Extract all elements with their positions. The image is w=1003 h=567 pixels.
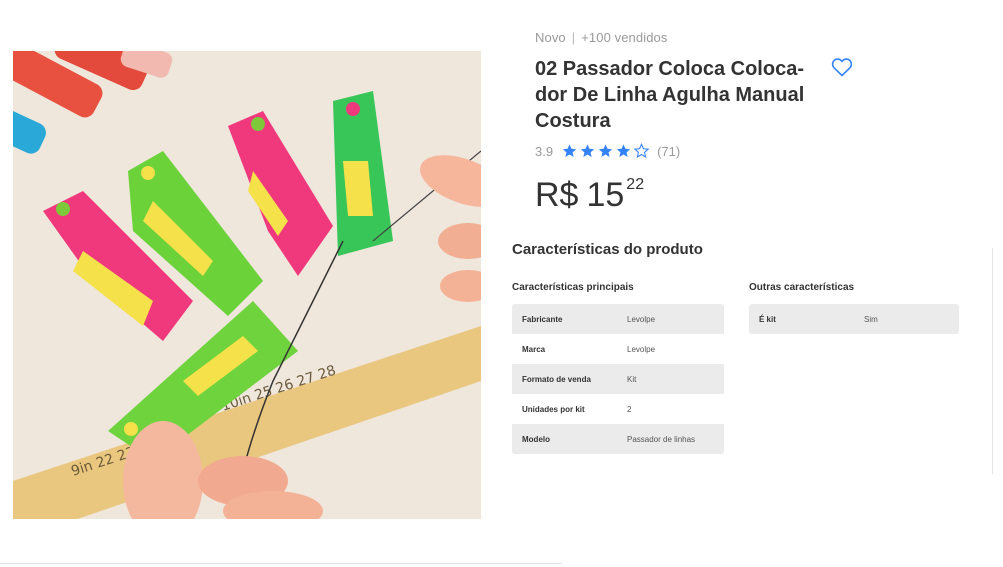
sold-count: +100 vendidos [581,30,668,45]
spec-value: Levolpe [627,314,656,324]
table-row: É kit Sim [749,304,959,334]
price-integer: 15 [586,176,625,214]
product-title: 02 Passador Coloca Coloca-dor De Linha A… [535,58,805,132]
spec-key: Marca [522,344,546,354]
rating-count: (71) [657,143,681,159]
spec-value: Kit [627,374,637,384]
spec-value: Levolpe [627,344,656,354]
other-characteristics-table: É kit Sim [749,304,959,334]
spec-value: Sim [864,314,878,324]
other-characteristics-title: Outras características [749,282,855,293]
divider-vertical [992,248,993,474]
spec-key: Modelo [522,434,550,444]
rating[interactable]: 3.9 (71) [535,143,680,159]
product-image[interactable]: 10in 25 26 27 28 9in 22 23 24 [13,51,481,519]
price-cents: 22 [626,176,645,193]
table-row: Fabricante Levolpe [512,304,724,334]
spec-key: É kit [759,314,776,324]
divider-horizontal [0,563,562,564]
price: R$ 15 22 [535,175,644,215]
characteristics-title: Características do produto [512,241,703,258]
product-photo-illustration: 10in 25 26 27 28 9in 22 23 24 [13,51,481,519]
spec-key: Unidades por kit [522,404,585,414]
table-row: Unidades por kit 2 [512,394,724,424]
star-icon [562,144,577,157]
main-characteristics-title: Características principais [512,282,634,293]
spec-value: 2 [627,404,632,414]
product-meta: Novo | +100 vendidos [535,30,667,45]
spec-key: Fabricante [522,314,563,324]
star-outline-icon [633,143,650,159]
table-row: Formato de venda Kit [512,364,724,394]
star-icon [580,144,595,157]
star-icon [598,144,613,157]
spec-value: Passador de linhas [627,434,696,444]
favorite-button[interactable] [830,55,854,79]
table-row: Marca Levolpe [512,334,724,364]
main-characteristics-table: Fabricante Levolpe Marca Levolpe Formato d… [512,304,724,454]
rating-score: 3.9 [535,143,554,159]
rating-stars [561,143,651,159]
heart-outline-icon [831,58,853,77]
table-row: Modelo Passador de linhas [512,424,724,454]
spec-key: Formato de venda [522,374,591,384]
meta-separator: | [571,30,576,45]
star-icon [616,144,631,157]
price-currency: R$ [535,176,579,214]
condition-label: Novo [535,30,566,45]
